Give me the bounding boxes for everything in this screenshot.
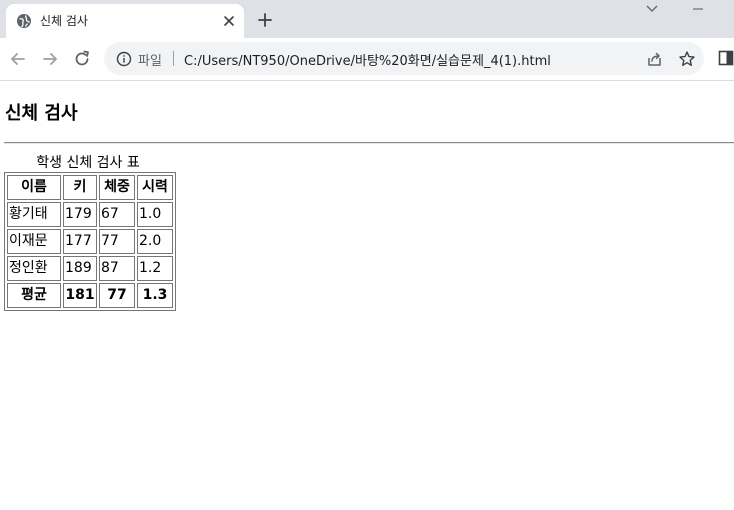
table-footer-row: 평균 181 77 1.3	[7, 283, 173, 308]
page-content: 신체 검사 학생 신체 검사 표 이름 키 체중 시력 황기태 179 67 1…	[0, 81, 734, 510]
cell-eyesight: 2.0	[137, 229, 173, 254]
tab-strip: 신체 검사	[0, 0, 734, 38]
footer-eyesight: 1.3	[137, 283, 173, 308]
globe-icon	[17, 14, 31, 28]
reload-icon[interactable]	[72, 49, 92, 69]
active-tab[interactable]: 신체 검사	[6, 4, 244, 38]
header-weight: 체중	[99, 175, 135, 200]
cell-name: 이재문	[7, 229, 61, 254]
cell-name: 정인환	[7, 256, 61, 281]
back-arrow-icon[interactable]	[8, 49, 28, 69]
table-caption: 학생 신체 검사 표	[36, 155, 140, 171]
cell-height: 179	[63, 202, 97, 227]
header-name: 이름	[7, 175, 61, 200]
footer-height: 181	[63, 283, 97, 308]
cell-height: 177	[63, 229, 97, 254]
side-panel-icon[interactable]	[718, 49, 734, 67]
close-icon[interactable]	[222, 14, 236, 28]
page-title: 신체 검사	[5, 103, 78, 124]
browser-toolbar: 파일 C:/Users/NT950/OneDrive/바탕%20화면/실습문제_…	[0, 38, 734, 81]
table-header-row: 이름 키 체중 시력	[7, 175, 173, 200]
share-icon[interactable]	[646, 50, 664, 68]
minimize-icon[interactable]	[690, 3, 706, 15]
scheme-label: 파일	[138, 54, 162, 69]
cell-name: 황기태	[7, 202, 61, 227]
cell-weight: 77	[99, 229, 135, 254]
table-row: 정인환 189 87 1.2	[7, 256, 173, 281]
url-text[interactable]: C:/Users/NT950/OneDrive/바탕%20화면/실습문제_4(1…	[184, 50, 551, 69]
header-height: 키	[63, 175, 97, 200]
info-icon[interactable]	[116, 51, 132, 67]
address-separator	[173, 51, 174, 66]
horizontal-rule	[4, 142, 734, 144]
cell-weight: 87	[99, 256, 135, 281]
address-bar[interactable]: 파일 C:/Users/NT950/OneDrive/바탕%20화면/실습문제_…	[104, 42, 704, 75]
cell-height: 189	[63, 256, 97, 281]
footer-weight: 77	[99, 283, 135, 308]
footer-label: 평균	[7, 283, 61, 308]
chevron-down-icon[interactable]	[644, 3, 660, 15]
cell-eyesight: 1.0	[137, 202, 173, 227]
forward-arrow-icon[interactable]	[40, 49, 60, 69]
header-eyesight: 시력	[137, 175, 173, 200]
plus-icon[interactable]	[256, 11, 274, 29]
tab-title: 신체 검사	[40, 14, 88, 28]
cell-weight: 67	[99, 202, 135, 227]
cell-eyesight: 1.2	[137, 256, 173, 281]
student-table: 이름 키 체중 시력 황기태 179 67 1.0 이재문 177 77 2.0…	[4, 172, 176, 311]
star-icon[interactable]	[678, 50, 696, 68]
table-row: 황기태 179 67 1.0	[7, 202, 173, 227]
table-row: 이재문 177 77 2.0	[7, 229, 173, 254]
